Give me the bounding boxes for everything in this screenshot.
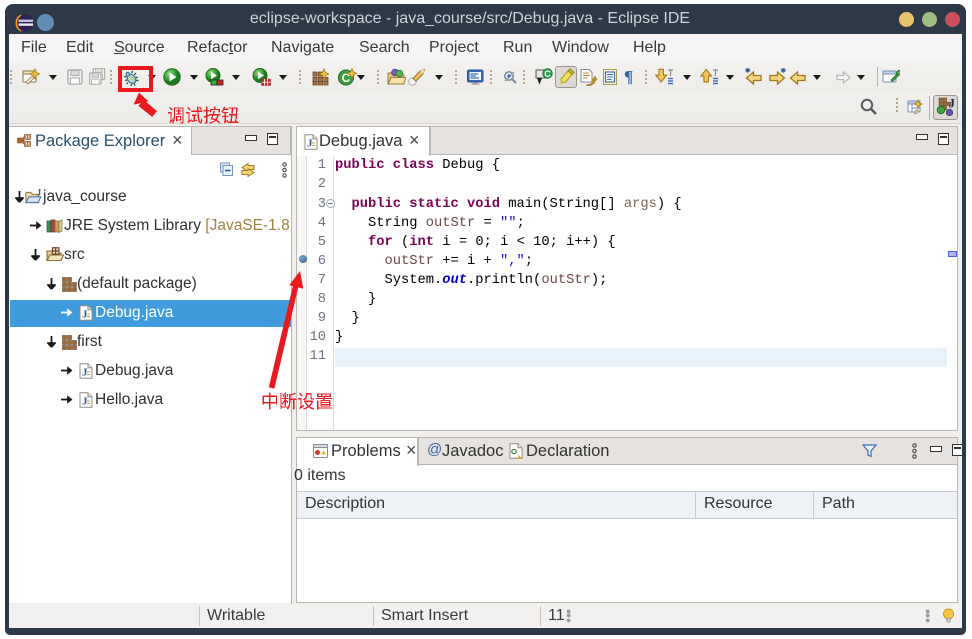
svg-text:J: J bbox=[37, 189, 42, 198]
svg-text:J: J bbox=[949, 97, 956, 111]
svg-text:C: C bbox=[544, 69, 551, 79]
